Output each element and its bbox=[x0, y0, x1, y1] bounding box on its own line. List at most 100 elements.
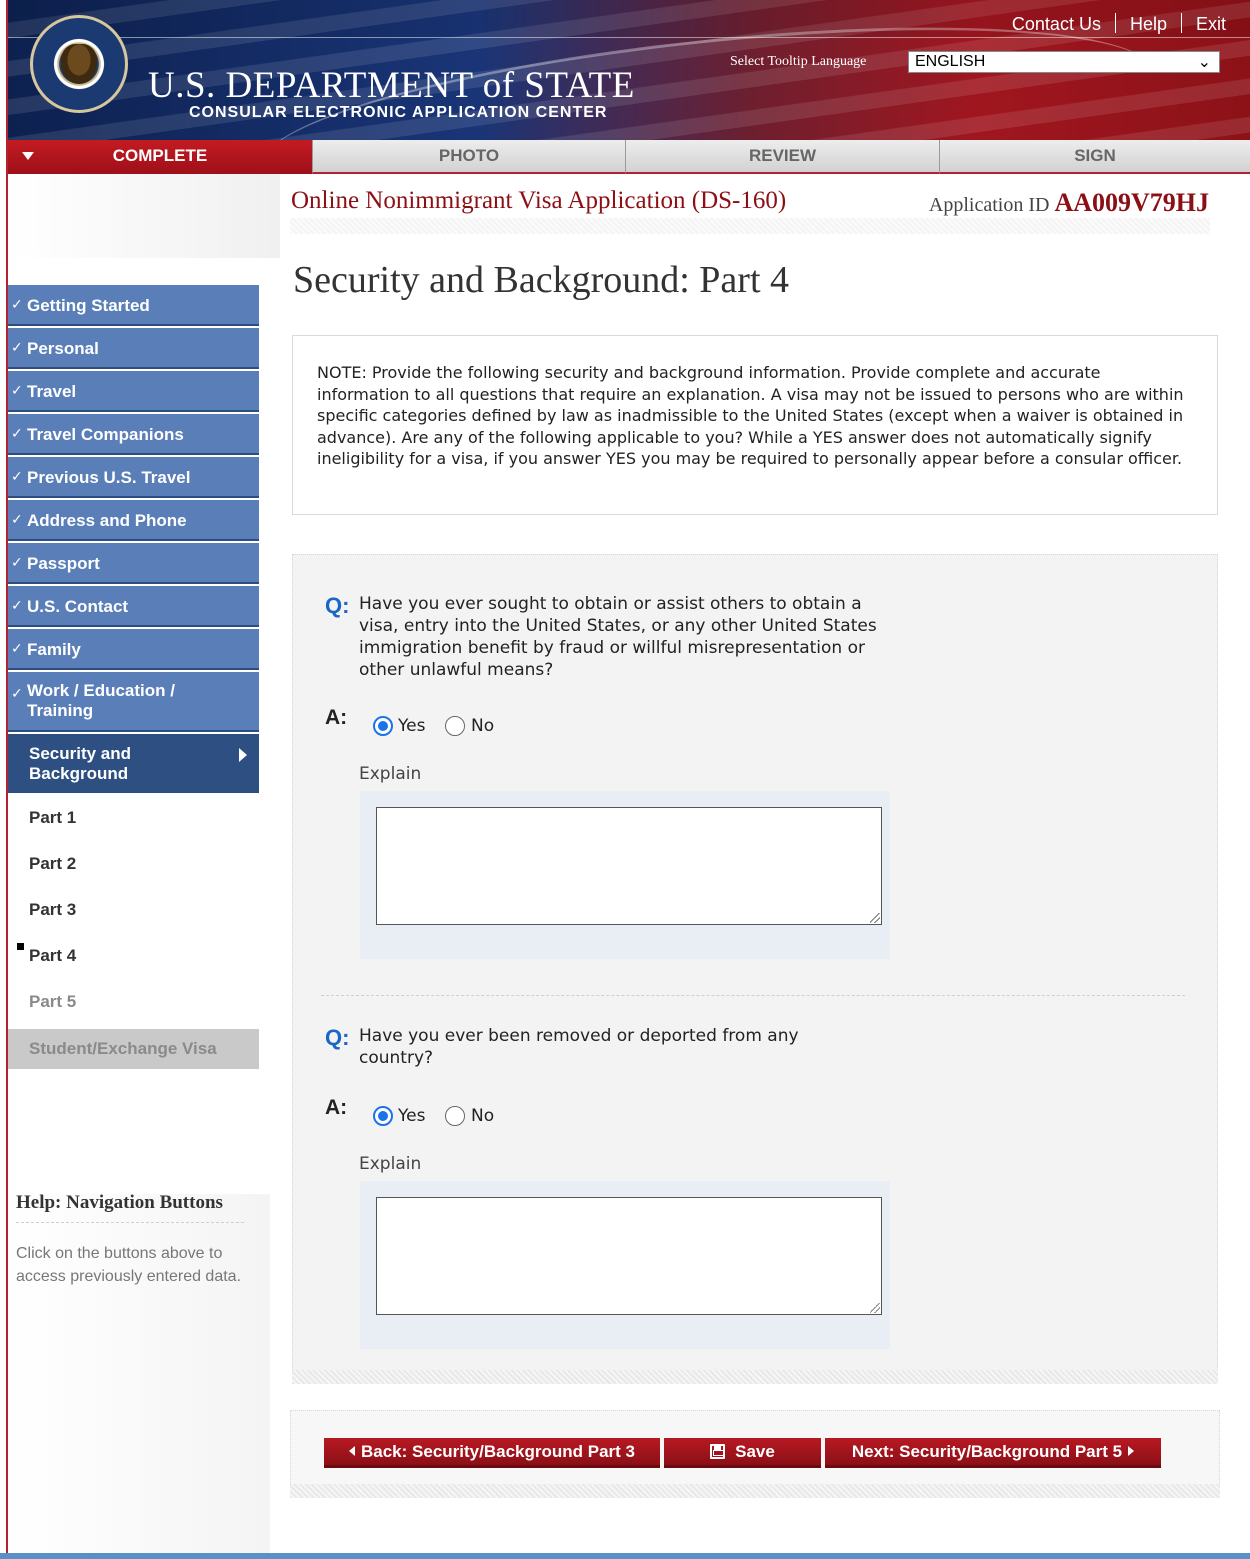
checkmark-icon: ✓ bbox=[11, 597, 23, 613]
checkmark-icon: ✓ bbox=[11, 640, 23, 656]
checkmark-icon: ✓ bbox=[11, 468, 23, 484]
save-button[interactable]: Save bbox=[664, 1438, 821, 1468]
checkmark-icon: ✓ bbox=[11, 296, 23, 312]
sidebar-item-label: U.S. Contact bbox=[27, 597, 129, 616]
utility-nav: Contact Us Help Exit bbox=[1012, 13, 1226, 35]
help-link[interactable]: Help bbox=[1130, 14, 1167, 34]
sidebar-item-passport[interactable]: ✓ Passport bbox=[8, 543, 259, 584]
department-seal-logo bbox=[30, 15, 128, 113]
chevron-down-icon: ⌄ bbox=[1197, 54, 1211, 71]
sidebar-subitem-part-3[interactable]: Part 3 bbox=[29, 900, 76, 920]
tab-label: SIGN bbox=[1074, 146, 1116, 165]
note-box: NOTE: Provide the following security and… bbox=[292, 335, 1218, 515]
sidebar-shade bbox=[8, 174, 280, 258]
utility-bar: Contact Us Help Exit bbox=[8, 0, 1250, 38]
tooltip-language-value: ENGLISH bbox=[915, 53, 986, 70]
q1-no-label[interactable]: No bbox=[471, 716, 494, 736]
chevron-right-icon bbox=[1128, 1446, 1135, 1456]
back-button[interactable]: Back: Security/Background Part 3 bbox=[324, 1438, 660, 1468]
application-id-label: Application ID bbox=[928, 194, 1050, 216]
panel-border bbox=[290, 1484, 1220, 1498]
sidebar-item-student-exchange-visa: Student/Exchange Visa bbox=[8, 1029, 259, 1069]
q2-explain-label: Explain bbox=[359, 1154, 422, 1174]
q2-no-label[interactable]: No bbox=[471, 1106, 494, 1126]
checkmark-icon: ✓ bbox=[11, 382, 23, 398]
tab-photo[interactable]: PHOTO bbox=[313, 140, 626, 174]
help-body: Click on the buttons above to access pre… bbox=[16, 1245, 242, 1285]
help-title-prefix: Help: bbox=[16, 1192, 62, 1213]
sidebar-subitem-part-2[interactable]: Part 2 bbox=[29, 854, 76, 874]
contact-us-link[interactable]: Contact Us bbox=[1012, 14, 1101, 34]
next-button[interactable]: Next: Security/Background Part 5 bbox=[825, 1438, 1161, 1468]
tab-sign[interactable]: SIGN bbox=[940, 140, 1250, 174]
resize-handle-icon[interactable] bbox=[870, 913, 880, 923]
sidebar-subitem-part-1[interactable]: Part 1 bbox=[29, 808, 76, 828]
tab-complete[interactable]: COMPLETE bbox=[8, 140, 313, 174]
back-button-label: Back: Security/Background Part 3 bbox=[361, 1442, 635, 1461]
sidebar-item-us-contact[interactable]: ✓ U.S. Contact bbox=[8, 586, 259, 627]
panel-border bbox=[292, 1370, 1218, 1384]
sidebar-item-label: Personal bbox=[27, 339, 99, 358]
sidebar: ✓ Getting Started ✓ Personal ✓ Travel ✓ Trav… bbox=[8, 174, 280, 1553]
sidebar-subitem-part-4[interactable]: Part 4 bbox=[29, 946, 76, 966]
sidebar-item-label: Passport bbox=[27, 554, 100, 573]
checkmark-icon: ✓ bbox=[11, 511, 23, 527]
next-button-label: Next: Security/Background Part 5 bbox=[851, 1442, 1123, 1461]
save-button-label: Save bbox=[735, 1442, 775, 1461]
question-marker: Q: bbox=[325, 593, 350, 618]
question-text-2: Have you ever been removed or deported f… bbox=[359, 1026, 799, 1068]
tooltip-language-label: Select Tooltip Language bbox=[730, 54, 867, 69]
chevron-left-icon bbox=[349, 1446, 355, 1456]
sidebar-item-personal[interactable]: ✓ Personal bbox=[8, 328, 259, 369]
tooltip-language-select[interactable]: ENGLISH ⌄ bbox=[908, 51, 1220, 73]
sidebar-item-work-education-training[interactable]: ✓ Work / Education / Training bbox=[8, 672, 259, 732]
q1-yes-radio[interactable] bbox=[373, 716, 393, 736]
sidebar-item-family[interactable]: ✓ Family bbox=[8, 629, 259, 670]
application-id-value: AA009V79HJ bbox=[1054, 188, 1209, 217]
brand-subtitle: CONSULAR ELECTRONIC APPLICATION CENTER bbox=[189, 104, 608, 121]
save-icon bbox=[710, 1444, 726, 1459]
caret-down-icon bbox=[22, 152, 34, 160]
q2-yes-label[interactable]: Yes bbox=[398, 1106, 425, 1126]
resize-handle-icon[interactable] bbox=[870, 1303, 880, 1313]
note-text: NOTE: Provide the following security and… bbox=[317, 363, 1184, 468]
sidebar-item-travel[interactable]: ✓ Travel bbox=[8, 371, 259, 412]
q1-explain-label: Explain bbox=[359, 764, 422, 784]
q2-explain-container bbox=[360, 1181, 890, 1349]
brand-title: U.S. DEPARTMENT of STATE bbox=[148, 65, 635, 106]
progress-tabs: COMPLETE PHOTO REVIEW SIGN bbox=[8, 140, 1250, 174]
site-header: Contact Us Help Exit U.S. DEPARTMENT of ST… bbox=[8, 0, 1250, 140]
tab-label: COMPLETE bbox=[112, 146, 208, 165]
sidebar-item-address-and-phone[interactable]: ✓ Address and Phone bbox=[8, 500, 259, 541]
tab-label: REVIEW bbox=[748, 146, 817, 165]
sidebar-item-travel-companions[interactable]: ✓ Travel Companions bbox=[8, 414, 259, 455]
sidebar-item-security-and-background[interactable]: Security and Background bbox=[8, 734, 259, 793]
exit-link[interactable]: Exit bbox=[1196, 14, 1226, 34]
q1-no-radio[interactable] bbox=[445, 716, 465, 736]
questions-panel: Q: Have you ever sought to obtain or ass… bbox=[292, 554, 1218, 1384]
tab-review[interactable]: REVIEW bbox=[626, 140, 940, 174]
application-id-block: Application ID AA009V79HJ bbox=[929, 188, 1209, 218]
sidebar-item-label: Travel bbox=[27, 382, 77, 401]
separator bbox=[1180, 13, 1182, 33]
sidebar-item-label: Family bbox=[27, 640, 81, 659]
q1-explain-container bbox=[360, 791, 890, 959]
sidebar-item-label: Work / Education / Training bbox=[27, 681, 175, 720]
sidebar-item-previous-us-travel[interactable]: ✓ Previous U.S. Travel bbox=[8, 457, 259, 498]
title-divider bbox=[290, 218, 1210, 234]
question-divider bbox=[321, 995, 1185, 996]
q2-no-radio[interactable] bbox=[445, 1106, 465, 1126]
checkmark-icon: ✓ bbox=[11, 554, 23, 570]
q2-yes-radio[interactable] bbox=[373, 1106, 393, 1126]
chevron-right-icon bbox=[239, 748, 247, 762]
page: Contact Us Help Exit U.S. DEPARTMENT of ST… bbox=[0, 0, 1250, 1559]
checkmark-icon: ✓ bbox=[11, 339, 23, 355]
q2-explain-textarea[interactable] bbox=[376, 1197, 882, 1315]
sidebar-item-getting-started[interactable]: ✓ Getting Started bbox=[8, 285, 259, 326]
checkmark-icon: ✓ bbox=[11, 425, 23, 441]
q1-yes-label[interactable]: Yes bbox=[398, 716, 425, 736]
form-title: Online Nonimmigrant Visa Application (DS… bbox=[291, 187, 787, 214]
sidebar-item-label: Address and Phone bbox=[27, 511, 187, 530]
sidebar-item-label: Previous U.S. Travel bbox=[27, 468, 191, 487]
q1-explain-textarea[interactable] bbox=[376, 807, 882, 925]
